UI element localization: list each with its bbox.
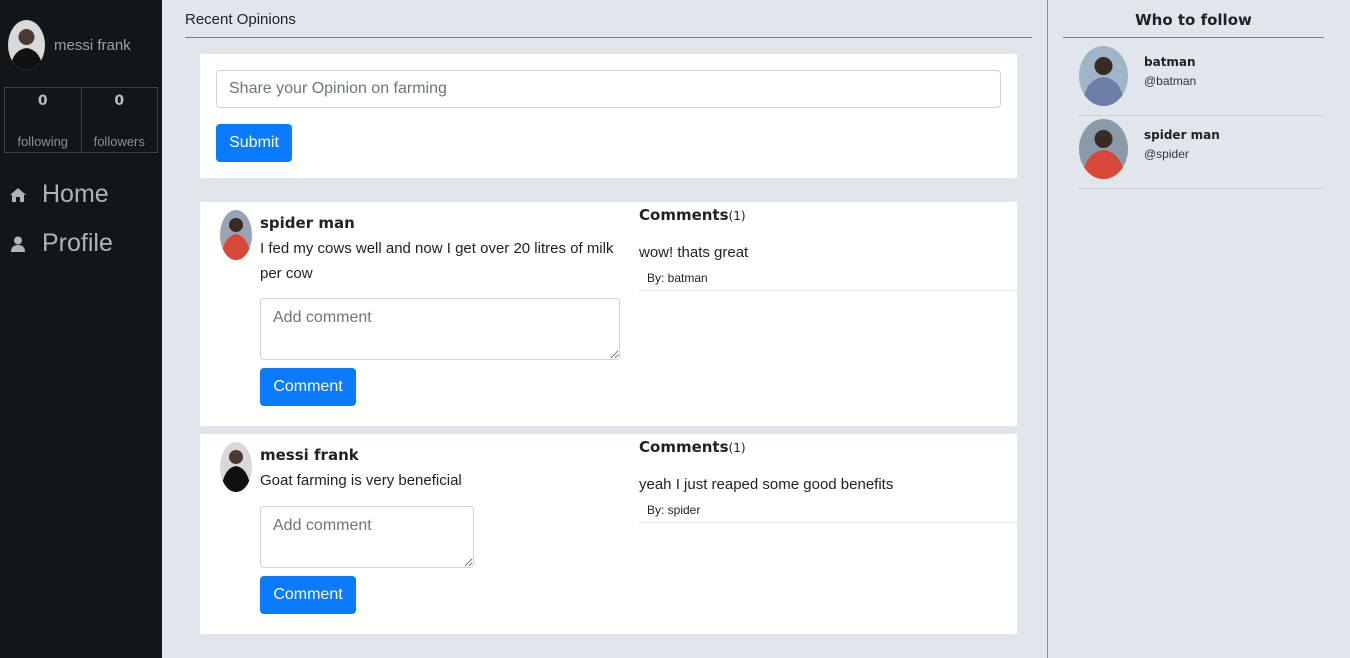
page-title: Recent Opinions (185, 11, 296, 28)
comment-author: By: batman (647, 271, 708, 285)
follow-name: batman (1144, 55, 1196, 69)
post-author[interactable]: spider man (260, 214, 355, 232)
post-author[interactable]: messi frank (260, 446, 359, 464)
follow-suggestion[interactable]: spider man @spider (1079, 117, 1324, 189)
comment-input[interactable] (260, 298, 620, 360)
post-card: spider man I fed my cows well and now I … (200, 202, 1017, 426)
follow-title-divider (1063, 37, 1324, 38)
followers-label: followers (93, 134, 145, 149)
submit-button[interactable]: Submit (216, 124, 292, 162)
panel-divider (1047, 0, 1048, 658)
opinion-composer: Submit (200, 54, 1017, 178)
profile-header[interactable]: messi frank (8, 20, 131, 70)
nav-home-label: Home (42, 180, 109, 208)
comment-text: wow! thats great (639, 244, 749, 261)
nav-home[interactable]: Home (8, 180, 109, 209)
comment-author: By: spider (647, 503, 701, 517)
nav-profile-label: Profile (42, 229, 113, 257)
followers-count: 0 (114, 93, 125, 109)
comments-count: (1) (728, 209, 746, 223)
home-icon (8, 185, 28, 205)
comment-button[interactable]: Comment (260, 576, 356, 614)
profile-name: messi frank (54, 36, 131, 54)
comment-text: yeah I just reaped some good benefits (639, 476, 894, 493)
post-author-avatar[interactable] (220, 442, 252, 492)
comments-label: Comments (639, 206, 729, 224)
following-label: following (17, 134, 69, 149)
follow-name: spider man (1144, 128, 1220, 142)
comment-input[interactable] (260, 506, 474, 568)
comments-header: Comments(1) (639, 206, 746, 224)
follow-suggestion[interactable]: batman @batman (1079, 44, 1324, 116)
opinion-input[interactable] (216, 70, 1001, 108)
post-text: Goat farming is very beneficial (260, 472, 462, 489)
following-stat[interactable]: 0 following (5, 88, 82, 152)
comment-divider (639, 290, 1017, 291)
title-divider (185, 37, 1032, 38)
follow-handle: @spider (1144, 147, 1189, 161)
avatar[interactable] (8, 20, 45, 70)
post-author-avatar[interactable] (220, 210, 252, 260)
follow-stats: 0 following 0 followers (4, 87, 158, 153)
comment-divider (639, 522, 1017, 523)
comments-label: Comments (639, 438, 729, 456)
comment-button[interactable]: Comment (260, 368, 356, 406)
post-card: messi frank Goat farming is very benefic… (200, 434, 1017, 634)
comments-count: (1) (728, 441, 746, 455)
follow-handle: @batman (1144, 74, 1197, 88)
comments-header: Comments(1) (639, 438, 746, 456)
user-icon (8, 234, 28, 254)
avatar[interactable] (1079, 46, 1128, 106)
following-count: 0 (37, 93, 48, 109)
who-to-follow-title: Who to follow (1135, 11, 1252, 29)
post-text: I fed my cows well and now I get over 20… (260, 240, 614, 282)
followers-stat[interactable]: 0 followers (82, 88, 158, 152)
nav-profile[interactable]: Profile (8, 229, 113, 258)
sidebar: messi frank 0 following 0 followers Home… (0, 0, 162, 658)
avatar[interactable] (1079, 119, 1128, 179)
